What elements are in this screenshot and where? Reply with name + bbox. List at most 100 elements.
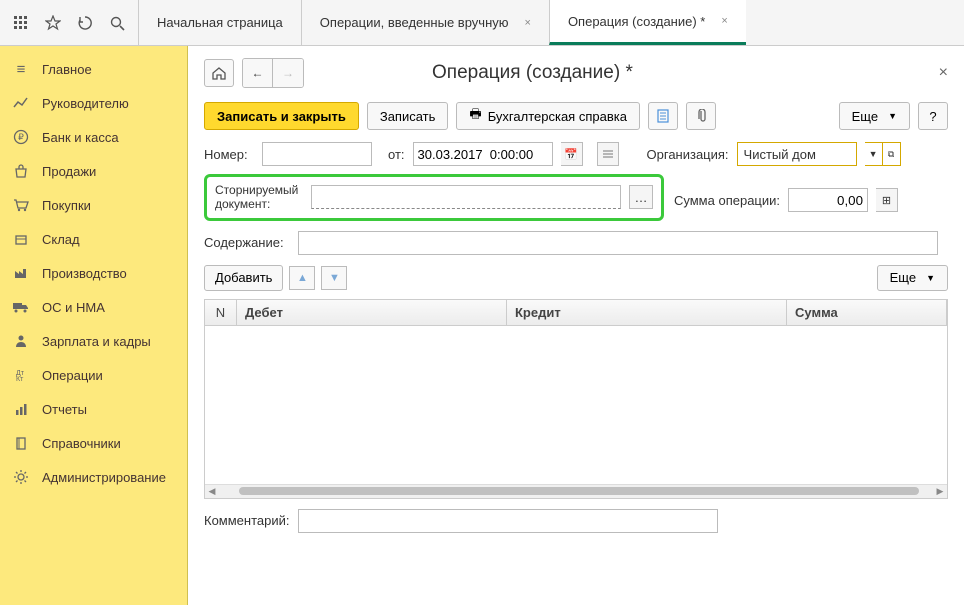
storno-pick-button[interactable]: …: [629, 185, 653, 209]
sidebar: ≡ Главное Руководителю ₽Банк и касса Прод…: [0, 46, 188, 605]
number-label: Номер:: [204, 147, 254, 162]
calendar-icon[interactable]: 📅: [561, 142, 583, 166]
bag-icon: [12, 162, 30, 180]
storno-label: Сторнируемый документ:: [215, 183, 303, 212]
sidebar-item-label: Руководителю: [42, 96, 129, 111]
book-icon: [12, 434, 30, 452]
col-n[interactable]: N: [205, 300, 237, 325]
top-tab-bar: Начальная страница Операции, введенные в…: [0, 0, 964, 46]
ruble-icon: ₽: [12, 128, 30, 146]
document-icon-button[interactable]: [648, 102, 678, 130]
add-button[interactable]: Добавить: [204, 265, 283, 291]
svg-text:Кт: Кт: [16, 376, 24, 382]
org-value: Чистый дом: [744, 147, 816, 162]
gear-icon: [12, 468, 30, 486]
tab-label: Операция (создание) *: [568, 14, 705, 29]
svg-text:₽: ₽: [18, 132, 24, 142]
col-debit[interactable]: Дебет: [237, 300, 507, 325]
sidebar-item-purchases[interactable]: Покупки: [0, 188, 187, 222]
list-icon[interactable]: [597, 142, 619, 166]
ops-icon: ДтКт: [12, 366, 30, 384]
attachment-icon-button[interactable]: [686, 102, 716, 130]
comment-label: Комментарий:: [204, 513, 290, 528]
chart-icon: [12, 94, 30, 112]
scroll-thumb[interactable]: [239, 487, 919, 495]
sidebar-item-warehouse[interactable]: Склад: [0, 222, 187, 256]
tab-label: Операции, введенные вручную: [320, 15, 509, 30]
print-reference-button[interactable]: 🖶 Бухгалтерская справка: [456, 102, 640, 130]
tab-home[interactable]: Начальная страница: [138, 0, 301, 45]
sidebar-item-label: Главное: [42, 62, 92, 77]
scroll-left-icon[interactable]: ◀: [205, 486, 219, 497]
menu-icon: ≡: [12, 60, 30, 78]
org-dropdown-icon[interactable]: ▼: [865, 142, 883, 166]
save-button[interactable]: Записать: [367, 102, 449, 130]
save-and-close-button[interactable]: Записать и закрыть: [204, 102, 359, 130]
sidebar-item-bank[interactable]: ₽Банк и касса: [0, 120, 187, 154]
comment-input[interactable]: [298, 509, 718, 533]
tab-manual-operations[interactable]: Операции, введенные вручную ×: [301, 0, 549, 45]
truck-icon: [12, 298, 30, 316]
sidebar-item-label: Операции: [42, 368, 103, 383]
date-input[interactable]: [413, 142, 553, 166]
sidebar-item-label: Склад: [42, 232, 80, 247]
back-button[interactable]: ←: [243, 59, 273, 87]
sidebar-item-sales[interactable]: Продажи: [0, 154, 187, 188]
move-down-button[interactable]: ▼: [321, 266, 347, 290]
close-icon[interactable]: ×: [939, 64, 948, 82]
sidebar-item-production[interactable]: Производство: [0, 256, 187, 290]
col-sum[interactable]: Сумма: [787, 300, 947, 325]
org-open-icon[interactable]: ⧉: [883, 142, 901, 166]
report-icon: [12, 400, 30, 418]
history-icon[interactable]: [70, 8, 100, 38]
horizontal-scrollbar[interactable]: ◀ ▶: [205, 484, 947, 498]
chevron-down-icon: ▼: [888, 111, 897, 121]
sidebar-item-main[interactable]: ≡ Главное: [0, 52, 187, 86]
sidebar-item-label: Покупки: [42, 198, 91, 213]
home-button[interactable]: [204, 59, 234, 87]
button-label: Еще: [890, 270, 916, 285]
tab-close-icon[interactable]: ×: [721, 15, 727, 27]
sidebar-item-admin[interactable]: Администрирование: [0, 460, 187, 494]
sum-input[interactable]: [788, 188, 868, 212]
sidebar-item-salary[interactable]: Зарплата и кадры: [0, 324, 187, 358]
org-input[interactable]: Чистый дом: [737, 142, 857, 166]
cart-icon: [12, 196, 30, 214]
chevron-down-icon: ▼: [926, 273, 935, 283]
move-up-button[interactable]: ▲: [289, 266, 315, 290]
scroll-right-icon[interactable]: ▶: [933, 486, 947, 497]
tab-operation-create[interactable]: Операция (создание) * ×: [549, 0, 746, 45]
calculator-icon[interactable]: ⊞: [876, 188, 898, 212]
apps-icon[interactable]: [6, 8, 36, 38]
star-icon[interactable]: [38, 8, 68, 38]
col-credit[interactable]: Кредит: [507, 300, 787, 325]
grid-body[interactable]: [205, 326, 947, 484]
sidebar-item-label: Отчеты: [42, 402, 87, 417]
entries-grid: N Дебет Кредит Сумма ◀ ▶: [204, 299, 948, 499]
sidebar-item-assets[interactable]: ОС и НМА: [0, 290, 187, 324]
box-icon: [12, 230, 30, 248]
grid-more-button[interactable]: Еще ▼: [877, 265, 948, 291]
button-label: Бухгалтерская справка: [488, 109, 627, 124]
tab-close-icon[interactable]: ×: [525, 17, 531, 29]
storno-highlight: Сторнируемый документ: …: [204, 174, 664, 221]
storno-input[interactable]: [311, 185, 621, 209]
number-input[interactable]: [262, 142, 372, 166]
sidebar-item-manager[interactable]: Руководителю: [0, 86, 187, 120]
more-button[interactable]: Еще▼: [839, 102, 910, 130]
sidebar-item-label: Администрирование: [42, 470, 166, 485]
sidebar-item-operations[interactable]: ДтКт Операции: [0, 358, 187, 392]
sidebar-item-label: Продажи: [42, 164, 96, 179]
topbar-icon-group: [0, 0, 138, 45]
printer-icon: 🖶: [469, 105, 481, 127]
forward-button[interactable]: →: [273, 59, 303, 87]
search-icon[interactable]: [102, 8, 132, 38]
sum-label: Сумма операции:: [674, 193, 780, 208]
page-title: Операция (создание) *: [432, 62, 633, 84]
content-input[interactable]: [298, 231, 938, 255]
sidebar-item-label: Справочники: [42, 436, 121, 451]
help-button[interactable]: ?: [918, 102, 948, 130]
sidebar-item-references[interactable]: Справочники: [0, 426, 187, 460]
sidebar-item-reports[interactable]: Отчеты: [0, 392, 187, 426]
person-icon: [12, 332, 30, 350]
